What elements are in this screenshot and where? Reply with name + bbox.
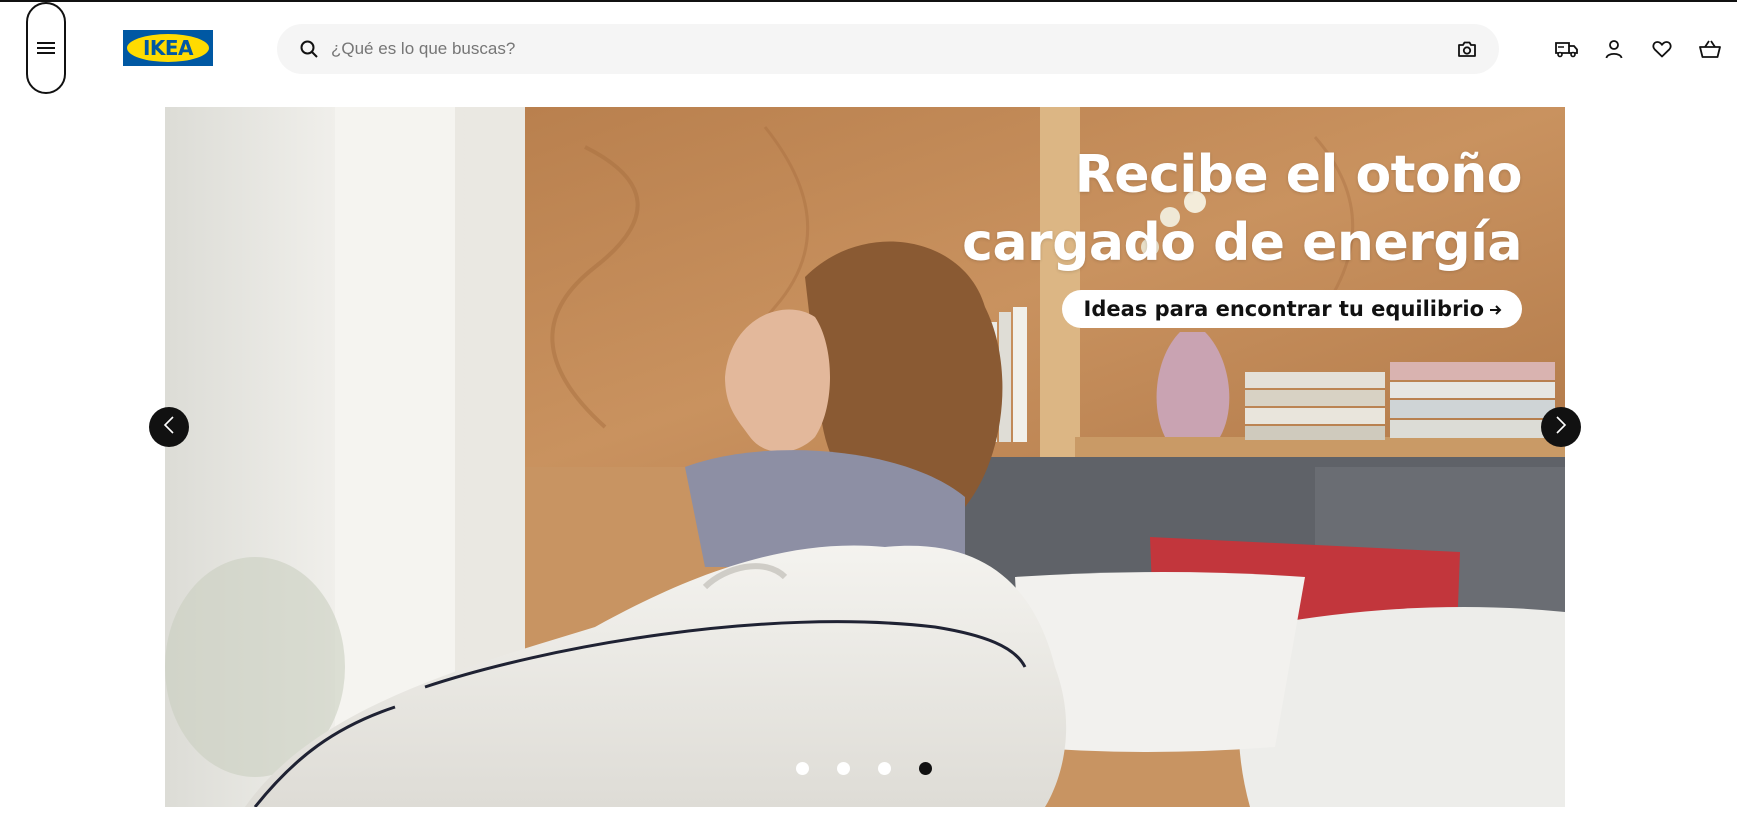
- search-icon[interactable]: [299, 39, 319, 59]
- ikea-logo[interactable]: IKEA: [123, 30, 213, 66]
- arrow-right-icon: [1490, 297, 1502, 321]
- menu-icon: [28, 28, 64, 68]
- carousel-next-button[interactable]: [1541, 407, 1581, 447]
- user-icon[interactable]: [1600, 35, 1628, 63]
- hero-banner[interactable]: Recibe el otoño cargado de energía Ideas…: [165, 107, 1565, 807]
- hero-cta-label: Ideas para encontrar tu equilibrio: [1083, 297, 1485, 321]
- chevron-left-icon: [163, 415, 175, 439]
- heart-icon[interactable]: [1648, 35, 1676, 63]
- search-bar: [277, 24, 1499, 74]
- carousel-pagination: [796, 762, 932, 775]
- site-header: IKEA: [0, 2, 1737, 94]
- carousel-dot[interactable]: [919, 762, 932, 775]
- carousel-dot[interactable]: [878, 762, 891, 775]
- logo-text: IKEA: [143, 36, 194, 60]
- camera-icon[interactable]: [1455, 37, 1479, 61]
- hero-headline-line2: cargado de energía: [962, 213, 1522, 273]
- hero-headline: Recibe el otoño cargado de energía: [962, 141, 1522, 277]
- carousel-dot[interactable]: [796, 762, 809, 775]
- chevron-right-icon: [1555, 415, 1567, 439]
- carousel-prev-button[interactable]: [149, 407, 189, 447]
- search-input[interactable]: [331, 29, 1455, 69]
- menu-button[interactable]: [26, 2, 66, 94]
- hero-cta-button[interactable]: Ideas para encontrar tu equilibrio: [1061, 290, 1522, 328]
- hero-headline-line1: Recibe el otoño: [1074, 145, 1523, 205]
- delivery-truck-icon[interactable]: [1553, 35, 1581, 63]
- carousel-dot[interactable]: [837, 762, 850, 775]
- shopping-basket-icon[interactable]: [1696, 35, 1724, 63]
